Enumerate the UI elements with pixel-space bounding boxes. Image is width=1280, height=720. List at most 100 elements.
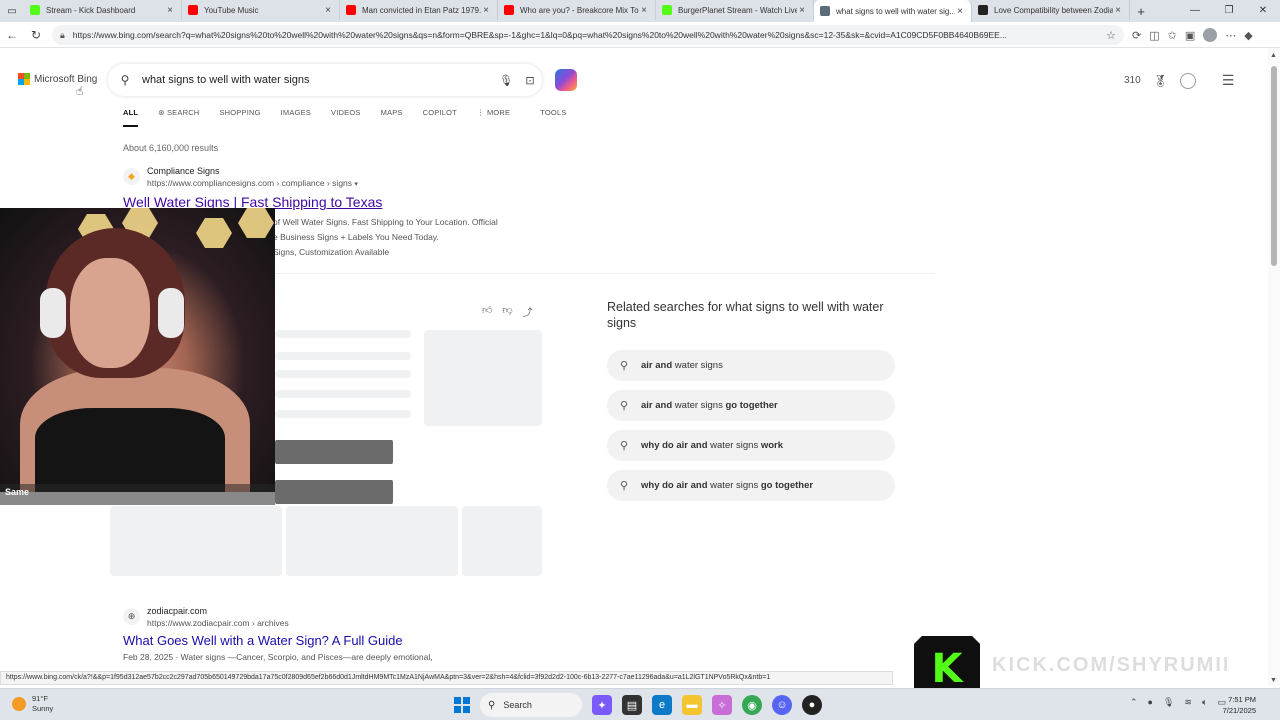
scope-tab-more[interactable]: ⋮ MORE <box>477 108 510 127</box>
scroll-up-icon[interactable]: ▲ <box>1270 52 1277 59</box>
close-tab-icon[interactable]: × <box>639 5 649 16</box>
search-scope-tabs: ALL ⊛ SEARCH SHOPPING IMAGES VIDEOS MAPS COPIL… <box>123 108 567 127</box>
scroll-down-icon[interactable]: ▼ <box>1270 677 1277 684</box>
browser-tab[interactable]: Love Compatibility between Zodia... × <box>972 0 1130 20</box>
close-tab-icon[interactable]: × <box>323 5 333 16</box>
address-bar[interactable]: 🔒︎ https://www.bing.com/search?q=what%20… <box>52 25 1124 45</box>
tray-overflow-icon[interactable]: ⌃ <box>1130 697 1138 708</box>
windows-start-icon[interactable] <box>454 697 470 713</box>
header-right: 310 🏅︎ ☰ <box>1124 72 1234 89</box>
lock-icon: 🔒︎ <box>60 29 65 40</box>
rewards-points[interactable]: 310 <box>1124 75 1141 86</box>
more-menu-icon[interactable]: ⋯ <box>1225 29 1236 42</box>
profile-avatar[interactable] <box>1203 28 1218 42</box>
file-explorer-icon[interactable]: ▬ <box>682 695 702 715</box>
copilot-icon[interactable] <box>555 69 577 91</box>
scope-label: ALL <box>123 108 139 117</box>
browser-tab[interactable]: what signs to well with water sig... × <box>814 0 972 22</box>
new-tab-button[interactable]: + <box>1130 4 1152 19</box>
taskbar-search[interactable]: ⚲ Search <box>480 693 582 717</box>
thumbs-up-icon[interactable]: 👍︎ <box>482 304 492 319</box>
status-url: https://www.bing.com/ck/a?!&&p=1f95d312a… <box>0 671 893 685</box>
globe-icon: ⊕ <box>123 608 140 625</box>
chevron-down-icon[interactable]: ▾ <box>354 181 358 188</box>
widgets-icon[interactable]: ✦ <box>592 695 612 715</box>
browser-tab[interactable]: Man convicted in Etan Patz 1979... × <box>340 0 498 20</box>
microphone-icon[interactable]: 🎙︎ <box>494 74 518 87</box>
task-view-icon[interactable]: ▤ <box>622 695 642 715</box>
refresh-icon[interactable]: ↻ <box>24 28 48 42</box>
scope-label: TOOLS <box>540 108 567 117</box>
search-input[interactable]: what signs to well with water signs <box>142 74 494 86</box>
related-search-item[interactable]: ⚲ air and water signs <box>607 350 895 381</box>
result-title-link[interactable]: What Goes Well with a Water Sign? A Full… <box>123 633 433 648</box>
close-tab-icon[interactable]: × <box>797 5 807 16</box>
hamburger-menu-icon[interactable]: ☰ <box>1222 72 1235 89</box>
volume-icon[interactable]: 🔈︎ <box>1202 697 1207 708</box>
browser-tab[interactable]: Who are you? - Breakcore Mix To... × <box>498 0 656 20</box>
rewards-medal-icon[interactable]: 🏅︎ <box>1153 74 1168 88</box>
collections-icon[interactable]: ▣ <box>1185 29 1195 42</box>
close-tab-icon[interactable]: × <box>481 5 491 16</box>
close-tab-icon[interactable]: × <box>165 5 175 16</box>
discord-icon[interactable]: ☺ <box>772 695 792 715</box>
back-icon[interactable]: ← <box>0 28 24 42</box>
webcam-overlay <box>0 208 275 492</box>
scope-tab-images[interactable]: IMAGES <box>281 108 311 127</box>
chrome-icon[interactable]: ◉ <box>742 695 762 715</box>
visual-search-icon[interactable]: ⊡ <box>518 74 542 87</box>
microphone-tray-icon[interactable]: 🎙︎ <box>1163 697 1174 708</box>
result-source[interactable]: ⊕ zodiacpair.com https://www.zodiacpair.… <box>123 606 433 628</box>
hexagon-light <box>238 208 274 238</box>
scope-tab-shopping[interactable]: SHOPPING <box>219 108 260 127</box>
loading-placeholder <box>275 390 411 398</box>
copilot-sidebar-icon[interactable]: ◆ <box>1244 29 1252 42</box>
person-top <box>35 408 225 492</box>
thumbs-down-icon[interactable]: 👎︎ <box>502 304 512 319</box>
obs-icon[interactable]: ● <box>802 695 822 715</box>
result-source[interactable]: ◆ Compliance Signs https://www.complianc… <box>123 166 498 188</box>
page-scrollbar[interactable]: ▲ ▼ <box>1268 48 1280 686</box>
close-tab-icon[interactable]: × <box>955 6 965 17</box>
favorites-icon[interactable]: ✩ <box>1168 29 1177 42</box>
related-search-item[interactable]: ⚲ why do air and water signs work <box>607 430 895 461</box>
browser-tab[interactable]: BurgerPlanet Stream - Watch Live... × <box>656 0 814 20</box>
edge-icon[interactable]: e <box>652 695 672 715</box>
sign-in-user-icon[interactable] <box>1179 72 1196 89</box>
wifi-icon[interactable]: ≋ <box>1184 697 1192 708</box>
tray-app-icon[interactable]: ● <box>1148 697 1153 708</box>
browser-tab[interactable]: Stream - Kick Dashboard × <box>24 0 182 20</box>
close-window-icon[interactable]: ✕ <box>1246 0 1280 22</box>
scope-tab-copilot[interactable]: COPILOT <box>423 108 457 127</box>
maximize-icon[interactable]: ❐ <box>1212 0 1246 22</box>
browser-tab[interactable]: YouTube Music × <box>182 0 340 20</box>
scope-tab-videos[interactable]: VIDEOS <box>331 108 361 127</box>
scrollbar-thumb[interactable] <box>1271 66 1277 266</box>
tab-actions-icon[interactable]: ▭ <box>0 0 24 22</box>
related-bold-text: air and <box>641 360 673 371</box>
search-icon: ⚲ <box>619 400 629 412</box>
related-search-item[interactable]: ⚲ why do air and water signs go together <box>607 470 895 501</box>
search-box[interactable]: ⚲ what signs to well with water signs 🎙︎… <box>108 64 542 96</box>
extensions-icon[interactable]: ⟳ <box>1132 29 1141 42</box>
close-tab-icon[interactable]: × <box>1113 5 1123 16</box>
clock[interactable]: 7:51 PM 7/21/2025 <box>1223 694 1256 716</box>
related-normal-text: water signs <box>672 360 723 371</box>
related-search-item[interactable]: ⚲ air and water signs go together <box>607 390 895 421</box>
loading-placeholder <box>110 506 282 576</box>
search-icon: ⚲ <box>488 699 496 711</box>
favorite-star-icon[interactable]: ☆ <box>1106 29 1116 42</box>
window-controls: — ❐ ✕ <box>1178 0 1280 22</box>
hexagon-light <box>196 218 232 248</box>
scope-tab-maps[interactable]: MAPS <box>381 108 403 127</box>
weather-widget[interactable]: 91°F Sunny <box>12 694 53 714</box>
copilot-app-icon[interactable]: ✧ <box>712 695 732 715</box>
split-screen-icon[interactable]: ◫ <box>1149 29 1159 42</box>
scope-tab-search[interactable]: ⊛ SEARCH <box>158 108 199 127</box>
scope-tab-all[interactable]: ALL <box>123 108 139 127</box>
microsoft-logo-icon <box>18 73 30 85</box>
minimize-icon[interactable]: — <box>1178 0 1212 22</box>
scope-tab-tools[interactable]: TOOLS <box>540 108 566 127</box>
share-icon[interactable]: ⤴ <box>523 304 533 319</box>
related-bold-text: go together <box>760 480 814 491</box>
